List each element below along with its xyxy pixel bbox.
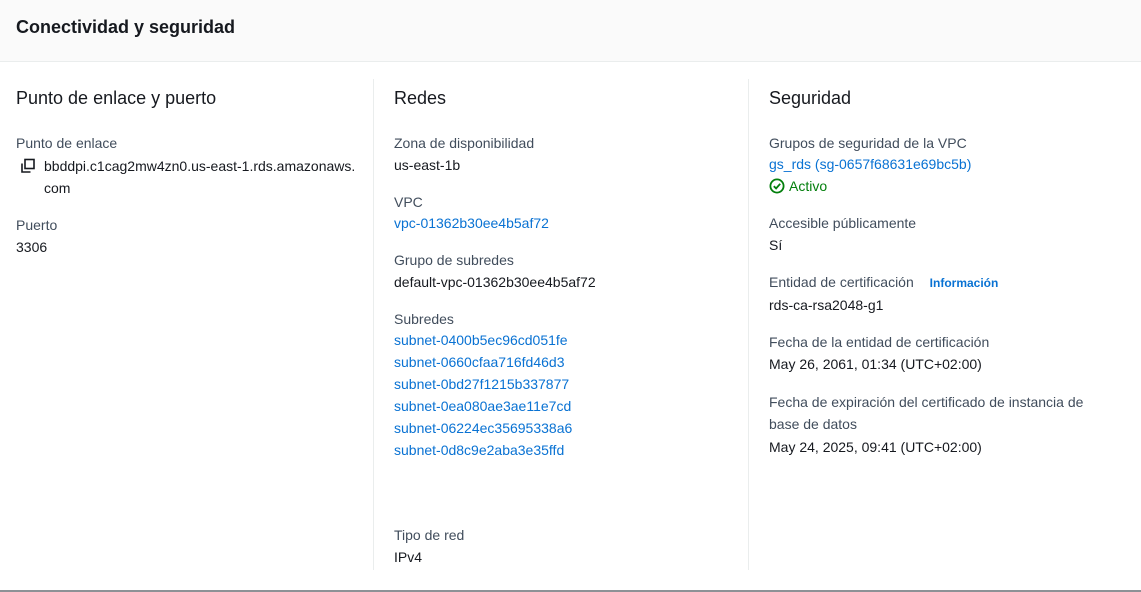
ca-date-value: May 26, 2061, 01:34 (UTC+02:00) — [769, 356, 982, 372]
vpc-link[interactable]: vpc-01362b30ee4b5af72 — [394, 212, 749, 234]
public-access-value: Sí — [769, 237, 783, 253]
cert-expiry-label: Fecha de expiración del certificado de i… — [769, 394, 1084, 432]
security-group-label: Grupos de seguridad de la VPC — [769, 135, 967, 151]
public-access-label: Accesible públicamente — [769, 215, 917, 231]
az-field: Zona de disponibilidad us-east-1b — [394, 133, 749, 176]
endpoint-field: Punto de enlace bbddpi.c1cag2mw4zn0.us-e… — [16, 133, 356, 199]
network-type-value: IPv4 — [394, 549, 423, 565]
network-type-field: Tipo de red IPv4 — [394, 525, 464, 568]
subnet-link[interactable]: subnet-0bd27f1215b337877 — [394, 373, 749, 395]
ca-date-label: Fecha de la entidad de certificación — [769, 334, 990, 350]
ca-info-link[interactable]: Información — [930, 276, 999, 290]
copy-icon[interactable] — [20, 158, 36, 174]
subnet-link[interactable]: subnet-06224ec35695338a6 — [394, 417, 749, 439]
cert-expiry-value: May 24, 2025, 09:41 (UTC+02:00) — [769, 439, 982, 455]
subnet-link[interactable]: subnet-0ea080ae3ae11e7cd — [394, 395, 749, 417]
az-label: Zona de disponibilidad — [394, 135, 535, 151]
subnet-group-label: Grupo de subredes — [394, 252, 514, 268]
security-group-status: Activo — [769, 175, 1109, 197]
networking-column: Redes Zona de disponibilidad us-east-1b … — [373, 79, 749, 570]
status-text: Activo — [789, 178, 828, 194]
panel-header: Conectividad y seguridad — [0, 0, 1141, 62]
subnets-label: Subredes — [394, 311, 454, 327]
public-access-field: Accesible públicamente Sí — [769, 213, 1109, 256]
security-group-link[interactable]: gs_rds (sg-0657f68631e69bc5b) — [769, 153, 1109, 175]
ca-label-row: Entidad de certificación Información — [769, 272, 1109, 293]
ca-value: rds-ca-rsa2048-g1 — [769, 297, 884, 313]
status-positive-icon — [769, 178, 785, 194]
subnets-field: Subredes subnet-0400b5ec96cd051fe subnet… — [394, 309, 749, 461]
security-title: Seguridad — [769, 88, 852, 108]
subnet-group-value: default-vpc-01362b30ee4b5af72 — [394, 274, 596, 290]
subnet-link[interactable]: subnet-0660cfaa716fd46d3 — [394, 351, 749, 373]
port-field: Puerto 3306 — [16, 215, 356, 258]
ca-label: Entidad de certificación — [769, 274, 914, 290]
security-group-field: Grupos de seguridad de la VPC gs_rds (sg… — [769, 133, 1109, 197]
endpoint-value-row: bbddpi.c1cag2mw4zn0.us-east-1.rds.amazon… — [16, 155, 356, 199]
az-value: us-east-1b — [394, 157, 461, 173]
subnet-link[interactable]: subnet-0d8c9e2aba3e35ffd — [394, 439, 749, 461]
panel-title: Conectividad y seguridad — [16, 17, 236, 37]
subnet-group-field: Grupo de subredes default-vpc-01362b30ee… — [394, 250, 749, 293]
endpoint-port-column: Punto de enlace y puerto Punto de enlace… — [16, 79, 356, 570]
port-value: 3306 — [16, 239, 48, 255]
ca-date-field: Fecha de la entidad de certificación May… — [769, 332, 1109, 375]
endpoint-label: Punto de enlace — [16, 135, 118, 151]
ca-field: Entidad de certificación Información rds… — [769, 272, 1109, 316]
endpoint-value: bbddpi.c1cag2mw4zn0.us-east-1.rds.amazon… — [44, 158, 356, 196]
cert-expiry-field: Fecha de expiración del certificado de i… — [769, 391, 1109, 458]
port-label: Puerto — [16, 217, 58, 233]
security-column: Seguridad Grupos de seguridad de la VPC … — [748, 79, 1109, 570]
subnet-link[interactable]: subnet-0400b5ec96cd051fe — [394, 329, 749, 351]
connectivity-security-panel: Conectividad y seguridad Punto de enlace… — [0, 0, 1141, 592]
network-type-label: Tipo de red — [394, 527, 465, 543]
networking-title: Redes — [394, 88, 447, 108]
endpoint-port-title: Punto de enlace y puerto — [16, 88, 217, 108]
vpc-label: VPC — [394, 194, 423, 210]
vpc-field: VPC vpc-01362b30ee4b5af72 — [394, 192, 749, 234]
